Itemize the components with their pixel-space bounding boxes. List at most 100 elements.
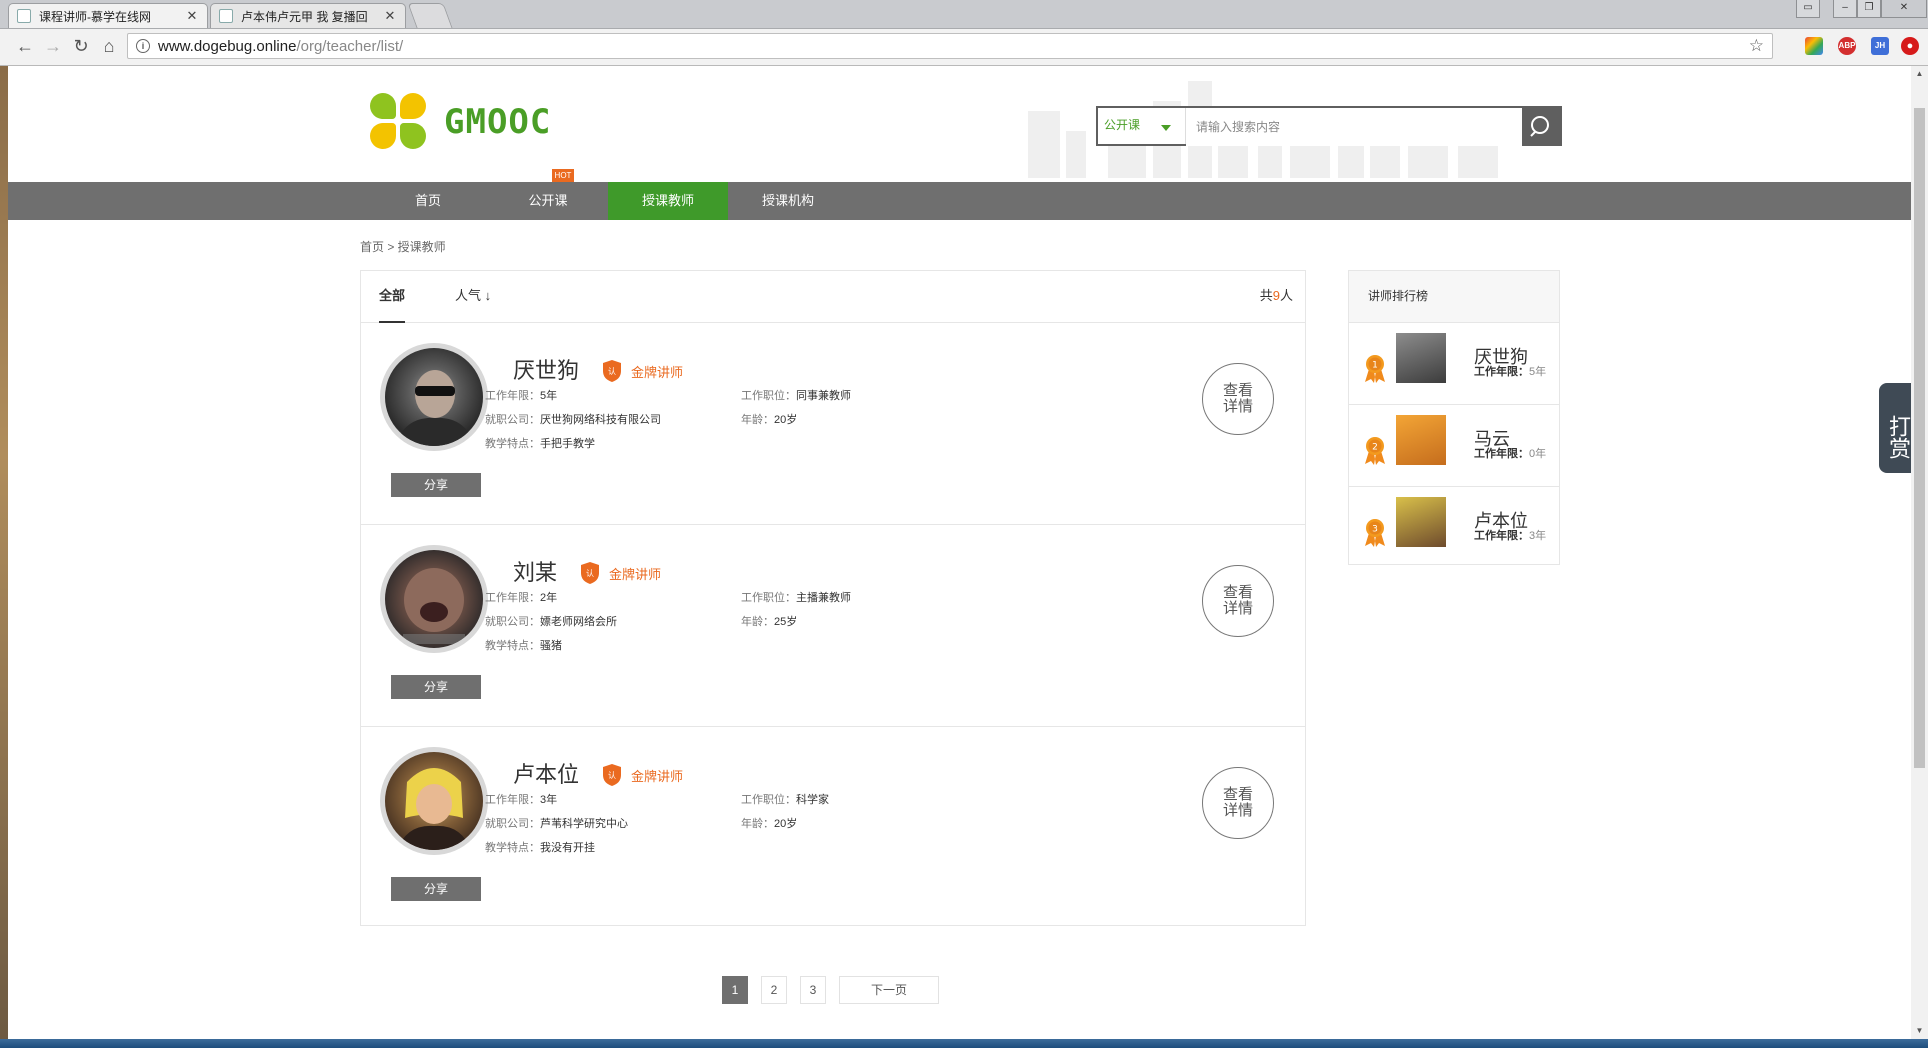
teacher-photo [403,568,465,644]
new-tab-button[interactable] [407,3,453,28]
gold-teacher-badge: 认 金牌讲师 [601,359,683,383]
nav-teachers[interactable]: 授课教师 [608,182,728,220]
ranking-item[interactable]: 1 厌世狗 工作年限：5年 [1349,323,1559,405]
tab-close-icon[interactable]: ✕ [185,8,199,24]
minimize-button[interactable]: – [1833,0,1857,18]
teacher-avatar[interactable] [380,545,488,653]
share-button[interactable]: 分享 [391,877,481,901]
address-toolbar: ← → ↻ ⌂ i www.dogebug.online/org/teacher… [0,29,1928,66]
reward-button[interactable]: 打赏 [1879,383,1911,473]
page-scrollbar[interactable]: ▲ ▼ [1911,66,1928,1039]
svg-text:认: 认 [608,770,616,780]
share-button[interactable]: 分享 [391,675,481,699]
total-count: 共9人 [1259,288,1293,303]
url-path: /org/teacher/list/ [296,37,404,55]
ranking-item[interactable]: 2 马云 工作年限：0年 [1349,405,1559,487]
breadcrumb: 首页 > 授课教师 [360,240,446,254]
search-input[interactable] [1186,108,1522,146]
certified-shield-icon: 认 [603,764,621,786]
tab-popularity[interactable]: 人气 ↓ [455,271,491,321]
company-field: 就职公司：厌世狗网络科技有限公司 [485,414,661,426]
teacher-ranking: 讲师排行榜 1 厌世狗 工作年限：5年 2 马云 工作年限：0年 3 卢本位 工… [1348,270,1560,565]
scroll-down-arrow-icon[interactable]: ▼ [1911,1023,1928,1039]
browser-tab-active[interactable]: 课程讲师-慕学在线网 ✕ [8,3,208,28]
certified-shield-icon: 认 [603,360,621,382]
work-years-field: 工作年限：5年 [485,390,558,402]
page-button[interactable]: 2 [761,976,787,1004]
teacher-row: 分享 卢本位 认 金牌讲师 工作年限：3年 工作职位：科学家 就职公司：芦苇科学… [361,727,1305,928]
search-type-value: 公开课 [1104,118,1141,132]
ranking-item[interactable]: 3 卢本位 工作年限：3年 [1349,487,1559,568]
rank-medal-icon: 1 [1365,355,1385,383]
ranking-title: 讲师排行榜 [1349,271,1559,323]
url-bar[interactable]: i www.dogebug.online/org/teacher/list/ ☆ [127,33,1773,59]
gold-teacher-badge: 认 金牌讲师 [601,763,683,787]
work-years-field: 工作年限：3年 [485,794,558,806]
ranking-years: 工作年限：5年 [1474,366,1547,378]
teacher-avatar[interactable] [380,747,488,855]
teacher-photo [395,370,475,446]
nav-home[interactable]: 首页 [368,182,488,220]
feature-field: 教学特点：我没有开挂 [485,842,595,854]
scroll-up-arrow-icon[interactable]: ▲ [1911,66,1928,82]
teacher-name[interactable]: 卢本位 [513,757,579,789]
position-field: 工作职位：主播兼教师 [741,592,851,604]
tab-close-icon[interactable]: ✕ [383,8,397,24]
page-favicon-icon [219,9,233,23]
reload-icon[interactable]: ↻ [70,35,92,57]
url-host: www.dogebug.online [158,37,297,55]
forward-arrow-icon[interactable]: → [42,35,64,57]
page-button[interactable]: 3 [800,976,826,1004]
view-detail-button[interactable]: 查看详情 [1202,363,1274,435]
work-years-field: 工作年限：2年 [485,592,558,604]
company-field: 就职公司：嫖老师网络会所 [485,616,617,628]
search-button[interactable] [1522,108,1560,144]
rank-medal-icon: 3 [1365,519,1385,547]
user-profile-icon[interactable]: ▭ [1796,0,1820,18]
tab-title: 课程讲师-慕学在线网 [39,9,151,24]
age-field: 年龄：20岁 [741,818,798,830]
site-logo[interactable]: GMOOC [370,93,551,151]
view-detail-button[interactable]: 查看详情 [1202,767,1274,839]
teacher-avatar[interactable] [380,343,488,451]
ranking-years: 工作年限：3年 [1474,530,1547,542]
adblock-plus-extension-icon[interactable]: ABP [1838,37,1856,55]
svg-text:认: 认 [608,366,616,376]
teacher-name[interactable]: 厌世狗 [513,353,579,385]
page-button-current[interactable]: 1 [722,976,748,1004]
teacher-name[interactable]: 刘某 [513,555,557,587]
scrollbar-thumb[interactable] [1914,108,1925,768]
bookmark-star-icon[interactable]: ☆ [1749,36,1764,56]
jh-extension-icon[interactable]: JH [1871,37,1889,55]
chrome-store-extension-icon[interactable] [1805,37,1823,55]
search-icon [1530,116,1549,137]
home-icon[interactable]: ⌂ [98,35,120,57]
main-nav: 首页 公开课 授课教师 授课机构 [8,182,1911,220]
site-info-icon[interactable]: i [136,39,150,53]
search-box: 公开课 [1096,106,1562,146]
position-field: 工作职位：同事兼教师 [741,390,851,402]
browser-tab[interactable]: 卢本伟卢元甲 我 复播回 ✕ [210,3,406,28]
search-type-select[interactable]: 公开课 [1098,108,1186,144]
svg-text:1: 1 [1372,361,1378,371]
tab-title: 卢本伟卢元甲 我 复播回 [241,9,368,24]
desktop-background-strip [0,66,8,1039]
ranking-photo [1396,497,1446,547]
list-header: 全部 人气 ↓ 共9人 [361,271,1305,323]
tab-all[interactable]: 全部 [379,271,406,323]
view-detail-button[interactable]: 查看详情 [1202,565,1274,637]
back-arrow-icon[interactable]: ← [14,35,36,57]
next-page-button[interactable]: 下一页 [839,976,939,1004]
page-favicon-icon [17,9,31,23]
share-button[interactable]: 分享 [391,473,481,497]
nav-organizations[interactable]: 授课机构 [728,182,848,220]
age-field: 年龄：20岁 [741,414,798,426]
red-extension-icon[interactable]: ● [1901,37,1919,55]
svg-text:2: 2 [1372,443,1378,453]
caret-down-icon [1161,125,1171,131]
ranking-photo [1396,333,1446,383]
nav-open-courses[interactable]: 公开课 [488,182,608,220]
restore-button[interactable]: ❐ [1857,0,1881,18]
teacher-row: 分享 厌世狗 认 金牌讲师 工作年限：5年 工作职位：同事兼教师 就职公司：厌世… [361,323,1305,525]
close-window-button[interactable]: ✕ [1881,0,1927,18]
